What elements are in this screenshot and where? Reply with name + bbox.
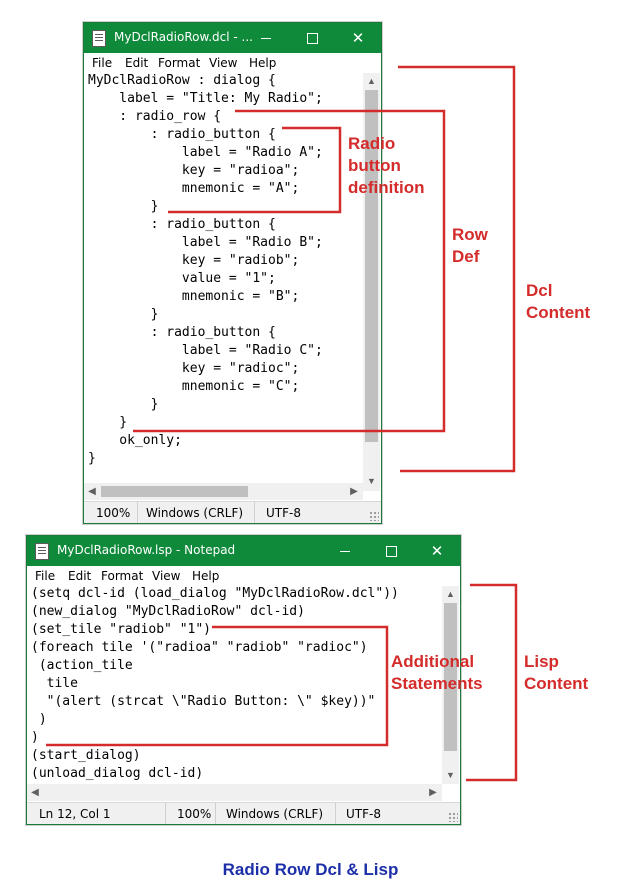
dcl-content-bracket (398, 65, 516, 473)
dcl-content-label: Dcl Content (526, 281, 591, 322)
additional-statements-label: Additional Statements (391, 652, 483, 693)
radio-button-bracket (168, 126, 342, 214)
lisp-content-label: Lisp Content (524, 652, 589, 693)
row-def-label: Row Def (452, 225, 488, 266)
radio-button-definition-label: Radio button definition (348, 134, 425, 197)
additional-statements-bracket (46, 625, 389, 747)
figure-caption: Radio Row Dcl & Lisp (222, 860, 399, 879)
annotation-lines (46, 65, 518, 782)
